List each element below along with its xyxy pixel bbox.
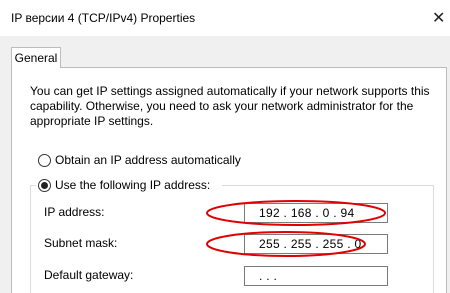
subnet-mask-label: Subnet mask:: [44, 236, 118, 250]
title-bar: IP версии 4 (TCP/IPv4) Properties ✕: [0, 0, 450, 36]
close-icon[interactable]: ✕: [432, 8, 445, 28]
radio-use-following[interactable]: [38, 178, 51, 192]
radio-obtain-automatically[interactable]: [38, 153, 51, 167]
use-following-ip-option[interactable]: Use the following IP address:: [38, 177, 210, 193]
obtain-automatically-label: Obtain an IP address automatically: [55, 153, 241, 167]
default-gateway-input[interactable]: . . .: [244, 266, 388, 286]
subnet-mask-input[interactable]: 255 . 255 . 255 . 0: [244, 234, 388, 254]
tab-general[interactable]: General: [11, 47, 61, 68]
ip-address-input[interactable]: 192 . 168 . 0 . 94: [244, 203, 388, 223]
description-text: You can get IP settings assigned automat…: [30, 84, 430, 128]
window-title: IP версии 4 (TCP/IPv4) Properties: [11, 11, 196, 25]
default-gateway-label: Default gateway:: [44, 268, 134, 282]
obtain-ip-automatically-option[interactable]: Obtain an IP address automatically: [38, 152, 241, 168]
use-following-label: Use the following IP address:: [55, 178, 211, 192]
ip-address-label: IP address:: [44, 205, 105, 219]
